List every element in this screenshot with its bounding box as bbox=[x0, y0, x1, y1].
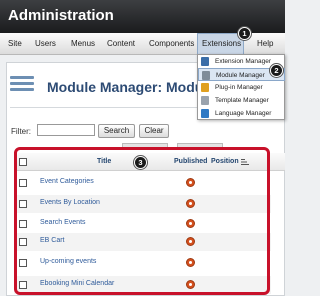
sort-icon[interactable] bbox=[241, 158, 250, 166]
module-title-link[interactable]: Up-coming events bbox=[40, 258, 96, 265]
dropdown-item-template-manager[interactable]: Template Manager bbox=[198, 94, 285, 107]
callout-step-1: 1 bbox=[238, 27, 251, 40]
published-icon[interactable] bbox=[186, 258, 195, 267]
select-all-checkbox[interactable] bbox=[19, 158, 27, 166]
callout-step-2: 2 bbox=[270, 64, 283, 77]
menu-item-menus[interactable]: Menus bbox=[71, 33, 95, 54]
published-icon[interactable] bbox=[186, 219, 195, 228]
menu-item-help[interactable]: Help bbox=[257, 33, 273, 54]
module-title-link[interactable]: Event Categories bbox=[40, 178, 94, 185]
dropdown-item-label: Language Manager bbox=[215, 110, 272, 117]
published-icon[interactable] bbox=[186, 237, 195, 246]
table-row: Events By Location bbox=[14, 195, 271, 213]
row-checkbox[interactable] bbox=[19, 238, 27, 246]
menu-item-components[interactable]: Components bbox=[149, 33, 194, 54]
plugin-manager-icon bbox=[201, 83, 209, 92]
menu-item-site[interactable]: Site bbox=[8, 33, 22, 54]
filter-label: Filter: bbox=[11, 127, 31, 136]
extensions-dropdown-menu: Extension Manager Module Manager Plug-in… bbox=[197, 54, 285, 120]
menu-item-extensions[interactable]: Extensions bbox=[197, 33, 244, 54]
module-title-link[interactable]: EB Cart bbox=[40, 237, 65, 244]
template-manager-icon bbox=[201, 96, 209, 105]
table-row: EB Cart bbox=[14, 233, 271, 251]
column-header-published[interactable]: Published bbox=[174, 158, 207, 165]
row-checkbox[interactable] bbox=[19, 179, 27, 187]
row-checkbox[interactable] bbox=[19, 200, 27, 208]
module-manager-page-icon bbox=[10, 76, 34, 96]
table-row: Ebooking Mini Calendar bbox=[14, 276, 271, 294]
column-header-position[interactable]: Position bbox=[211, 158, 239, 165]
state-filter-select[interactable] bbox=[177, 143, 223, 150]
published-icon[interactable] bbox=[186, 280, 195, 289]
published-icon[interactable] bbox=[186, 178, 195, 187]
dropdown-item-plugin-manager[interactable]: Plug-in Manager bbox=[198, 81, 285, 94]
admin-title: Administration bbox=[8, 7, 114, 24]
module-title-link[interactable]: Ebooking Mini Calendar bbox=[40, 280, 114, 287]
search-button[interactable]: Search bbox=[98, 124, 135, 138]
row-checkbox[interactable] bbox=[19, 220, 27, 228]
column-header-title[interactable]: Title bbox=[97, 158, 111, 165]
published-icon[interactable] bbox=[186, 199, 195, 208]
extension-manager-icon bbox=[201, 57, 209, 66]
clear-button[interactable]: Clear bbox=[139, 124, 169, 138]
dropdown-item-label: Template Manager bbox=[215, 97, 269, 104]
filter-input[interactable] bbox=[37, 124, 95, 136]
table-row: Search Events bbox=[14, 215, 271, 233]
menu-item-content[interactable]: Content bbox=[107, 33, 135, 54]
row-checkbox[interactable] bbox=[19, 259, 27, 267]
dropdown-item-language-manager[interactable]: Language Manager bbox=[198, 107, 285, 120]
dropdown-item-label: Extension Manager bbox=[215, 58, 272, 65]
language-manager-icon bbox=[201, 109, 209, 118]
dropdown-item-label: Plug-in Manager bbox=[215, 84, 263, 91]
module-title-link[interactable]: Search Events bbox=[40, 219, 86, 226]
module-title-link[interactable]: Events By Location bbox=[40, 199, 100, 206]
table-row: Up-coming events bbox=[14, 254, 271, 272]
table-row: Event Categories bbox=[14, 174, 271, 192]
site-filter-select[interactable] bbox=[122, 143, 168, 150]
module-manager-icon bbox=[202, 71, 210, 80]
row-checkbox[interactable] bbox=[19, 281, 27, 289]
table-header-row: Title Published Position bbox=[14, 153, 285, 171]
menu-item-users[interactable]: Users bbox=[35, 33, 56, 54]
callout-step-3: 3 bbox=[134, 156, 147, 169]
